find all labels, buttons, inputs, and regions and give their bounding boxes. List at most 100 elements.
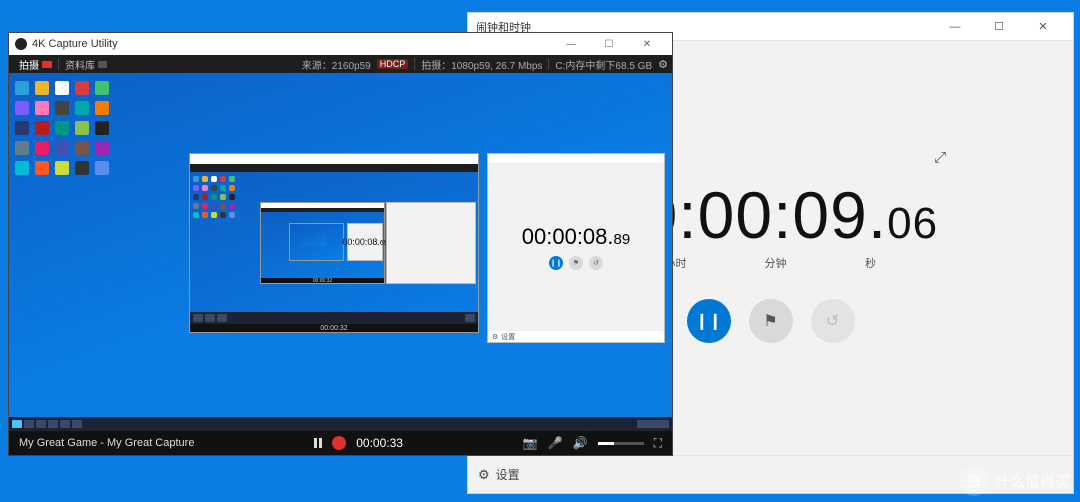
rec-indicator-icon bbox=[42, 61, 52, 68]
nested-capture-1: 00:00:08.69 00:00:32 bbox=[189, 153, 479, 333]
nested-titlebar bbox=[190, 154, 478, 164]
desktop-icon bbox=[229, 185, 235, 191]
desktop-icon bbox=[202, 185, 208, 191]
nested-tb-item bbox=[205, 314, 215, 322]
desktop-icon[interactable] bbox=[95, 81, 109, 95]
captured-taskbar bbox=[9, 417, 672, 431]
close-button[interactable]: ✕ bbox=[1021, 13, 1065, 41]
capture-close-button[interactable]: ✕ bbox=[628, 33, 666, 55]
camera-icon[interactable]: 📷 bbox=[523, 436, 538, 450]
desktop-icon[interactable] bbox=[55, 81, 69, 95]
mic-icon[interactable]: 🎤 bbox=[548, 436, 563, 450]
desktop-icon[interactable] bbox=[75, 121, 89, 135]
record-button[interactable] bbox=[332, 436, 346, 450]
desktop-icon[interactable] bbox=[15, 101, 29, 115]
unit-minutes: 分钟 bbox=[726, 255, 826, 271]
taskbar-item[interactable] bbox=[72, 420, 82, 428]
capture-bottombar: My Great Game - My Great Capture 00:00:3… bbox=[9, 431, 672, 455]
sw-seconds: 09 bbox=[792, 177, 867, 253]
gear-icon: ⚙ bbox=[478, 467, 490, 483]
sw-dot: . bbox=[868, 177, 887, 253]
volume-slider[interactable] bbox=[598, 442, 644, 445]
desktop-icon bbox=[202, 176, 208, 182]
taskbar-item[interactable] bbox=[36, 420, 46, 428]
desktop-icon bbox=[220, 176, 226, 182]
desktop-icon[interactable] bbox=[15, 121, 29, 135]
lap-button[interactable]: ⚑ bbox=[749, 299, 793, 343]
tab-capture[interactable]: 拍摄 bbox=[13, 55, 58, 73]
nested-clock-buttons: ❙❙ ⚑ ↺ bbox=[549, 256, 603, 270]
taskbar-tray[interactable] bbox=[637, 420, 669, 428]
desktop-icon[interactable] bbox=[15, 161, 29, 175]
desktop-icon[interactable] bbox=[95, 161, 109, 175]
desktop-icon[interactable] bbox=[35, 161, 49, 175]
desktop-icon[interactable] bbox=[35, 141, 49, 155]
desktop-icon[interactable] bbox=[35, 81, 49, 95]
desktop-icon[interactable] bbox=[35, 121, 49, 135]
nested-clock-footer[interactable]: ⚙ 设置 bbox=[488, 330, 664, 342]
desktop-icon[interactable] bbox=[95, 141, 109, 155]
capture-topbar: 拍摄 资料库 来源：2160p59 HDCP 拍摄：1080p59, 26.7 … bbox=[9, 55, 672, 73]
nested-capture-3 bbox=[289, 223, 344, 261]
capture-gear-icon[interactable]: ⚙ bbox=[658, 58, 668, 71]
nested-clock-titlebar bbox=[488, 154, 664, 164]
desktop-icons bbox=[15, 81, 111, 177]
desktop-icon[interactable] bbox=[95, 121, 109, 135]
nested-clock-main: 00:00:08 bbox=[522, 224, 608, 249]
nested-pause-button[interactable]: ❙❙ bbox=[549, 256, 563, 270]
nested-time: 00:00:32 bbox=[320, 325, 347, 332]
capture-titlebar[interactable]: 4K Capture Utility — ☐ ✕ bbox=[9, 33, 672, 55]
start-button[interactable] bbox=[12, 420, 22, 428]
taskbar-item[interactable] bbox=[48, 420, 58, 428]
desktop-icon[interactable] bbox=[15, 141, 29, 155]
nested-reset-button[interactable]: ↺ bbox=[589, 256, 603, 270]
desktop-icon[interactable] bbox=[55, 141, 69, 155]
desktop-icon[interactable] bbox=[75, 81, 89, 95]
desktop-icon bbox=[229, 194, 235, 200]
desktop-icon[interactable] bbox=[75, 141, 89, 155]
nested-settings-label: 设置 bbox=[501, 332, 515, 342]
nested-clock-body: 00:00:08.89 ❙❙ ⚑ ↺ bbox=[488, 164, 664, 330]
capture-window-title: 4K Capture Utility bbox=[32, 38, 118, 50]
nested-footer: 00:00:32 bbox=[190, 324, 478, 332]
desktop-icon bbox=[211, 176, 217, 182]
capture-pause-button[interactable] bbox=[314, 438, 322, 448]
desktop-icon[interactable] bbox=[55, 101, 69, 115]
desktop-icon bbox=[211, 203, 217, 209]
desktop-icon[interactable] bbox=[55, 161, 69, 175]
nested2-time: 00:00:32 bbox=[313, 278, 332, 284]
volume-icon[interactable]: 🔊 bbox=[573, 436, 588, 450]
capture-minimize-button[interactable]: — bbox=[552, 33, 590, 55]
maximize-button[interactable]: ☐ bbox=[977, 13, 1021, 41]
minimize-button[interactable]: — bbox=[933, 13, 977, 41]
desktop-icon bbox=[220, 203, 226, 209]
desktop-icon[interactable] bbox=[35, 101, 49, 115]
nested-lap-button[interactable]: ⚑ bbox=[569, 256, 583, 270]
capture-maximize-button[interactable]: ☐ bbox=[590, 33, 628, 55]
capture-viewport: 00:00:08.69 00:00:32 bbox=[9, 73, 672, 431]
desktop-icon bbox=[220, 212, 226, 218]
deep-clock-body: 00:00:08.69 bbox=[348, 224, 382, 260]
desktop-icon[interactable] bbox=[75, 101, 89, 115]
taskbar-item[interactable] bbox=[24, 420, 34, 428]
desktop-icon bbox=[193, 176, 199, 182]
pause-button[interactable]: ❙❙ bbox=[687, 299, 731, 343]
desktop-icon bbox=[193, 212, 199, 218]
nested-clock-small-body bbox=[387, 203, 475, 283]
expand-icon[interactable]: ⤢ bbox=[934, 149, 946, 166]
tab-library[interactable]: 资料库 bbox=[59, 55, 113, 73]
status-sep1 bbox=[414, 58, 415, 70]
fullscreen-icon[interactable]: ⛶ bbox=[654, 436, 662, 451]
nested3-viewport bbox=[290, 224, 343, 260]
reset-button[interactable]: ↺ bbox=[811, 299, 855, 343]
desktop-icon[interactable] bbox=[55, 121, 69, 135]
desktop-icon[interactable] bbox=[15, 81, 29, 95]
desktop-icon[interactable] bbox=[75, 161, 89, 175]
clock-window-controls: — ☐ ✕ bbox=[933, 13, 1065, 41]
desktop-icon bbox=[202, 194, 208, 200]
desktop-icon[interactable] bbox=[95, 101, 109, 115]
desktop-icon bbox=[211, 194, 217, 200]
desktop-icon bbox=[193, 203, 199, 209]
taskbar-item[interactable] bbox=[60, 420, 70, 428]
desktop-icon bbox=[202, 203, 208, 209]
